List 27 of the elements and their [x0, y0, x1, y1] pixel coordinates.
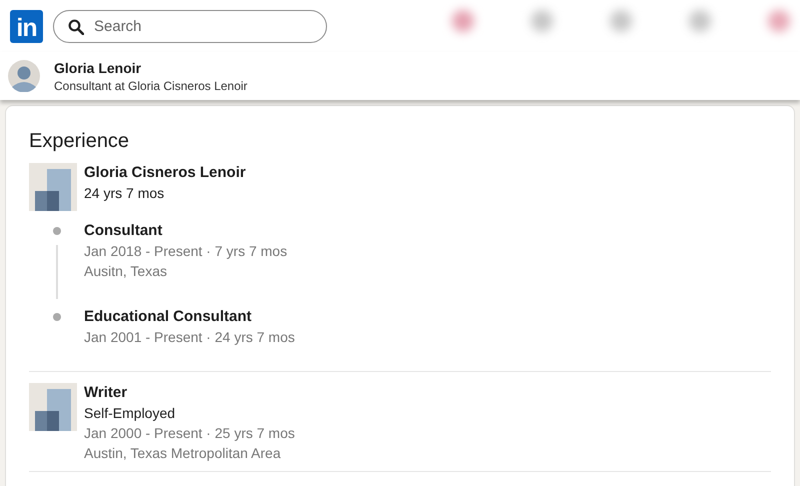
search-icon: [68, 18, 84, 34]
profile-name: Gloria Lenoir: [54, 60, 142, 76]
role-location: Ausitn, Texas: [84, 262, 168, 281]
blurred-nav-icon[interactable]: [531, 10, 553, 32]
blurred-nav-icon[interactable]: [452, 10, 474, 32]
blurred-nav-icon[interactable]: [768, 10, 790, 32]
role-location: Austin, Texas Metropolitan Area: [84, 444, 282, 463]
logo[interactable]: in: [10, 10, 43, 42]
avatar-icon: [8, 60, 40, 92]
blurred-nav-icon[interactable]: [689, 10, 711, 32]
company-logo-icon: [29, 383, 77, 431]
timeline-dot: [52, 313, 60, 321]
company-name: Self-Employed: [84, 404, 176, 423]
profile-headline: Consultant at Gloria Cisneros Lenoir: [54, 78, 248, 92]
company-logo-icon: [29, 163, 77, 211]
company-name: Gloria Cisneros Lenoir: [84, 163, 246, 183]
blurred-nav-icon[interactable]: [610, 10, 632, 32]
role-title: Writer: [84, 383, 128, 403]
role-dates: Jan 2001 - Present · 24 yrs 7 mos: [84, 328, 295, 347]
timeline-dot: [52, 227, 60, 235]
role-title: Educational Consultant: [84, 307, 253, 327]
role-dates: Jan 2018 - Present · 7 yrs 7 mos: [84, 242, 288, 261]
total-duration: 24 yrs 7 mos: [84, 184, 166, 203]
section-title: Experience: [29, 130, 130, 153]
role-dates: Jan 2000 - Present · 25 yrs 7 mos: [84, 424, 295, 443]
role-title: Consultant: [84, 221, 164, 241]
search-field[interactable]: Search: [53, 10, 327, 42]
